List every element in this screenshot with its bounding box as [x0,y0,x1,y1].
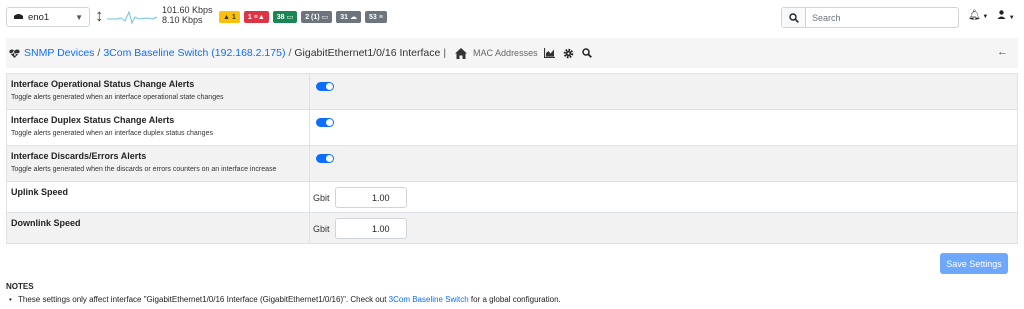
uplink-speed-label: Uplink Speed [11,187,69,197]
breadcrumb-separator: | [443,47,447,59]
setting-row-downlink-speed: Downlink Speed Gbit [6,212,1018,244]
throughput-rates: 101.60 Kbps 8.10 Kbps [162,5,213,25]
downlink-speed-input[interactable] [334,218,407,239]
local-hosts-badge[interactable]: 2 (1) ▭ [301,11,333,23]
setting-row-uplink-speed: Uplink Speed Gbit [6,181,1018,213]
top-navbar: eno1 ▼ ↕ 101.60 Kbps 8.10 Kbps ▲ 1 1 ≡▲ … [0,0,1024,34]
interface-selector[interactable]: eno1 ▼ [6,7,90,27]
back-arrow-icon[interactable]: ← [997,46,1008,58]
setting-description: Toggle alerts generated when an interfac… [11,94,224,101]
notifications-menu[interactable]: 🔔︎ ▼ [968,10,988,21]
traffic-direction-icon: ↕ [95,6,104,25]
save-settings-button[interactable]: Save Settings [940,253,1008,274]
breadcrumb-separator: / [97,47,101,59]
devices-badge[interactable]: 38 ▭ [272,11,298,23]
breadcrumb-device[interactable]: 3Com Baseline Switch (192.168.2.175) [103,47,285,59]
home-icon[interactable] [455,47,468,59]
status-badges: ▲ 1 1 ≡▲ 38 ▭ 2 (1) ▭ 31 ☁ 53 ≡ [219,11,387,23]
search-button[interactable] [782,8,806,27]
laptop-icon: ▭ [321,14,329,21]
search-box [781,7,959,28]
gear-icon[interactable] [563,48,574,59]
setting-row-duplex-status: Interface Duplex Status Change Alerts To… [6,109,1018,146]
downlink-speed-label: Downlink Speed [11,218,81,228]
breadcrumb-snmp-devices[interactable]: SNMP Devices [24,47,94,59]
chart-icon[interactable] [543,48,555,58]
warning-icon: ▲ [223,13,230,21]
notes-section: NOTES These settings only affect interfa… [6,282,561,304]
chevron-down-icon: ▼ [980,14,989,20]
notes-title: NOTES [6,282,34,291]
setting-description: Toggle alerts generated when an interfac… [11,130,213,137]
flow-alerts-badge[interactable]: 1 ≡▲ [243,11,269,23]
interface-settings-table: Interface Operational Status Change Aler… [6,73,1018,244]
device-icon: ▭ [286,14,294,21]
heartbeat-icon [9,48,20,58]
flows-icon: ≡ [378,13,383,21]
breadcrumb: SNMP Devices / 3Com Baseline Switch (192… [6,38,1018,68]
device-global-config-link[interactable]: 3Com Baseline Switch [389,295,469,304]
oper-status-alerts-toggle[interactable] [316,82,334,91]
notes-item: These settings only affect interface "Gi… [6,295,561,304]
rate-download: 8.10 Kbps [162,14,203,25]
traffic-sparkline [107,10,158,25]
breadcrumb-current: GigabitEthernet1/0/16 Interface [294,47,441,59]
setting-title: Interface Operational Status Change Aler… [11,79,195,89]
setting-title: Interface Discards/Errors Alerts [11,151,147,161]
uplink-unit: Gbit [313,192,330,203]
chevron-down-icon: ▼ [1008,15,1015,21]
user-menu[interactable]: ▼ [997,10,1015,22]
setting-title: Interface Duplex Status Change Alerts [11,115,175,125]
network-interface-icon [13,12,24,23]
search-input[interactable] [806,8,958,27]
breadcrumb-separator: / [288,47,292,59]
search-icon [788,12,799,23]
interface-name: eno1 [28,11,50,23]
flows-badge[interactable]: 53 ≡ [365,11,387,23]
mac-addresses-link[interactable]: MAC Addresses [473,48,538,58]
chevron-down-icon: ▼ [75,13,83,22]
user-icon [997,10,1009,22]
setting-row-oper-status: Interface Operational Status Change Aler… [6,73,1018,110]
flow-alert-icon: ≡▲ [253,13,265,21]
setting-row-discards-errors: Interface Discards/Errors Alerts Toggle … [6,145,1018,182]
bell-icon: 🔔︎ [968,10,981,21]
search-icon[interactable] [581,48,592,58]
host-icon: ☁ [350,14,358,21]
remote-hosts-badge[interactable]: 31 ☁ [336,11,362,23]
downlink-unit: Gbit [313,223,330,234]
discards-errors-alerts-toggle[interactable] [316,154,334,163]
duplex-status-alerts-toggle[interactable] [316,118,334,127]
alerts-warning-badge[interactable]: ▲ 1 [219,11,240,23]
uplink-speed-input[interactable] [334,187,407,208]
setting-description: Toggle alerts generated when the discard… [11,166,277,173]
